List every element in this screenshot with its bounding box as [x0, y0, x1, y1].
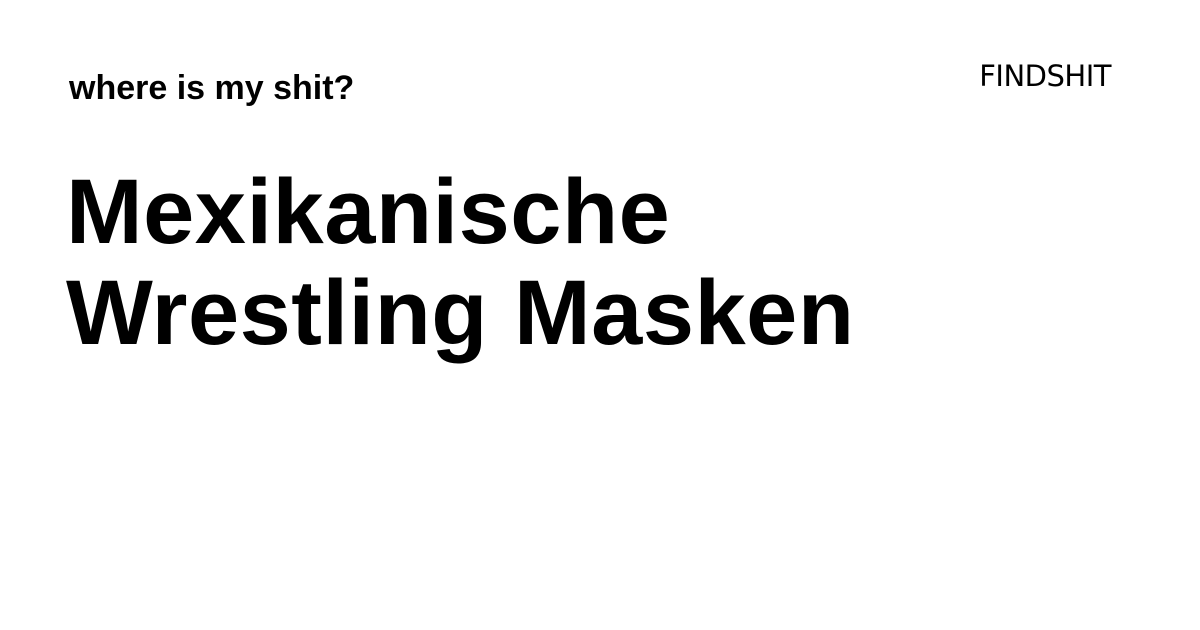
site-tagline: where is my shit?: [69, 69, 355, 107]
page-title: Mexikanische Wrestling Masken: [66, 162, 1066, 364]
page-title-line-1: Mexikanische: [66, 161, 671, 263]
site-logo[interactable]: FINDSHIT: [979, 58, 1111, 94]
page-title-line-2: Wrestling Masken: [66, 262, 855, 364]
